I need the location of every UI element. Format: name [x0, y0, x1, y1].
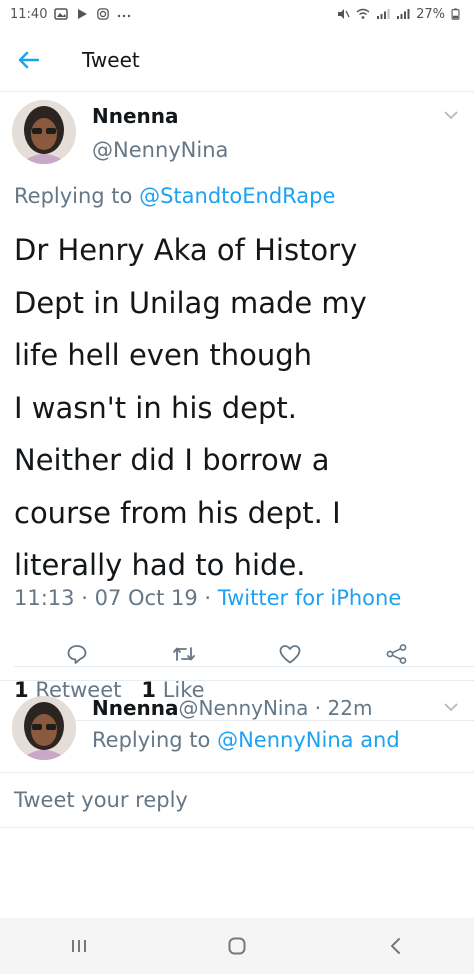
reply-header[interactable]: Nnenna@NennyNina · 22m: [92, 696, 372, 720]
reply-button[interactable]: [57, 636, 97, 672]
signal-icon: [377, 9, 390, 19]
meta-separator: ·: [314, 696, 322, 720]
user-name[interactable]: Nnenna: [92, 104, 179, 128]
meta-separator: ·: [204, 586, 212, 610]
battery-percent: 27%: [416, 6, 445, 22]
meta-separator: ·: [81, 586, 88, 610]
section-divider: [0, 680, 474, 681]
more-icon: [118, 14, 131, 18]
play-icon: [78, 9, 88, 19]
reply-user-name: Nnenna: [92, 696, 179, 720]
mute-icon: [338, 9, 350, 19]
tweet-text-line: course from his dept. I: [14, 495, 341, 530]
battery-icon: [451, 8, 460, 20]
instagram-icon: [97, 8, 110, 20]
tweet-text-line: Neither did I borrow a: [14, 443, 330, 477]
share-button[interactable]: [377, 636, 417, 672]
reply-replying-prefix: Replying to: [92, 728, 211, 752]
tweet-text: Dr Henry Aka of History Dept in Unilag m…: [14, 224, 466, 592]
status-right: 27%: [336, 7, 460, 22]
chevron-down-icon[interactable]: [444, 702, 458, 712]
avatar[interactable]: [12, 100, 76, 164]
user-handle[interactable]: @NennyNina: [92, 138, 228, 162]
tweet-date: 07 Oct 19: [94, 586, 198, 610]
status-bar: 11:40 27%: [0, 0, 474, 28]
reply-replying-to: Replying to @NennyNina and: [92, 728, 400, 752]
nav-back-button[interactable]: [365, 918, 425, 974]
reply-age: 22m: [327, 696, 373, 720]
like-button[interactable]: [270, 636, 310, 672]
status-time: 11:40: [10, 6, 48, 22]
replying-prefix: Replying to: [14, 184, 133, 208]
chevron-down-icon[interactable]: [444, 110, 458, 120]
signal-icon: [397, 9, 410, 19]
reply-avatar[interactable]: [12, 696, 76, 760]
compose-placeholder: Tweet your reply: [14, 788, 188, 812]
reply-compose-input[interactable]: Tweet your reply: [0, 772, 474, 828]
reply-icon: [67, 645, 87, 664]
app-header: Tweet: [0, 28, 474, 92]
tweet-text-line: Dr Henry Aka of History: [14, 233, 358, 267]
replying-to: Replying to @StandtoEndRape: [14, 184, 335, 208]
retweet-icon: [172, 647, 195, 661]
tweet-time: 11:13: [14, 586, 75, 610]
gallery-icon: [54, 8, 69, 20]
tweet-actions: [0, 636, 474, 672]
navigation-bar: [0, 918, 474, 974]
reply-user-handle: @NennyNina: [178, 696, 309, 720]
tweet-text-line: I wasn't in his dept.: [14, 390, 297, 425]
recent-apps-icon: [72, 940, 86, 952]
home-button[interactable]: [207, 918, 267, 974]
back-arrow-icon[interactable]: [0, 28, 56, 92]
reply-mention-suffix[interactable]: and: [360, 728, 400, 752]
divider: [14, 720, 474, 721]
wifi-icon: [356, 8, 370, 19]
retweets-count: 1: [14, 678, 29, 702]
like-icon: [279, 645, 301, 664]
reply-mention-link[interactable]: @NennyNina: [217, 728, 353, 752]
retweet-button[interactable]: [164, 636, 204, 672]
tweet-timestamp: 11:13 · 07 Oct 19 · Twitter for iPhone: [14, 580, 454, 616]
tweet-text-line: Dept in Unilag made my: [14, 285, 367, 320]
recent-apps-button[interactable]: [49, 918, 109, 974]
page-title: Tweet: [82, 47, 140, 72]
tweet-source-link[interactable]: Twitter for iPhone: [218, 586, 402, 610]
tweet-text-line: life hell even though: [14, 338, 313, 372]
back-icon: [391, 938, 400, 954]
status-left: 11:40: [10, 7, 131, 22]
home-icon: [228, 937, 246, 955]
replying-mention-link[interactable]: @StandtoEndRape: [139, 184, 335, 208]
share-icon: [386, 644, 407, 664]
